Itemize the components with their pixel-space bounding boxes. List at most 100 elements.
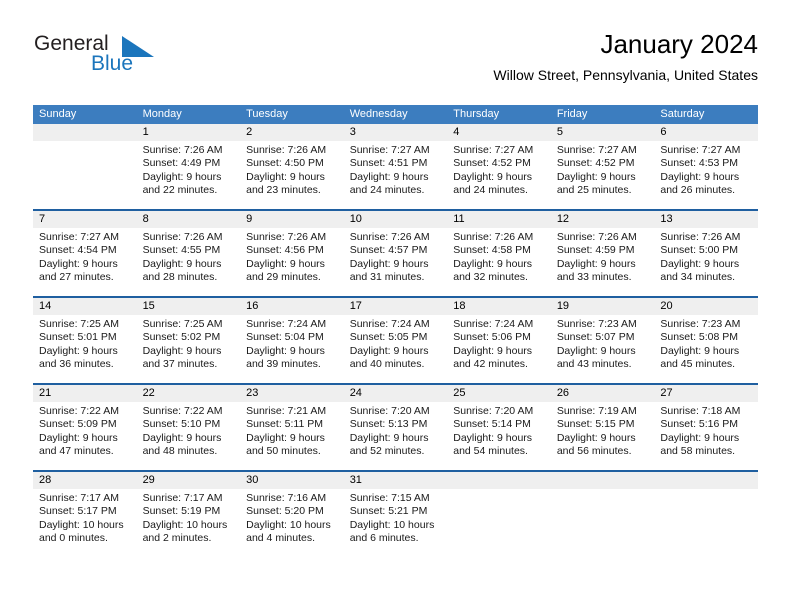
- daylight-text-line1: Daylight: 9 hours: [660, 170, 740, 183]
- day-cell-number[interactable]: 4: [447, 124, 551, 141]
- day-cell-number[interactable]: 29: [136, 472, 241, 489]
- day-cell-number[interactable]: 6: [654, 124, 758, 141]
- daylight-text-line2: and 40 minutes.: [349, 358, 425, 371]
- sunset-text: Sunset: 4:53 PM: [660, 157, 739, 170]
- day-cell-number[interactable]: [654, 472, 758, 489]
- day-cell-number[interactable]: 17: [343, 298, 448, 315]
- day-cell-info: [654, 489, 758, 557]
- day-cell-number[interactable]: 11: [447, 211, 551, 228]
- sunset-text: Sunset: 4:52 PM: [453, 157, 531, 170]
- day-cell-number[interactable]: 9: [240, 211, 344, 228]
- day-cell-number[interactable]: 18: [447, 298, 551, 315]
- daylight-text-line2: and 23 minutes.: [246, 184, 321, 197]
- day-cell-info: Sunrise: 7:20 AM Sunset: 5:13 PM Dayligh…: [343, 402, 448, 470]
- day-cell-number[interactable]: 16: [240, 298, 344, 315]
- sunrise-text: Sunrise: 7:27 AM: [556, 144, 637, 156]
- sunrise-text: Sunrise: 7:20 AM: [453, 405, 534, 417]
- day-cell-number[interactable]: 7: [33, 211, 137, 228]
- day-cell-number[interactable]: 3: [343, 124, 448, 141]
- daylight-text-line2: and 25 minutes.: [556, 184, 632, 197]
- daylight-text-line2: and 52 minutes.: [349, 445, 425, 458]
- day-cell-number[interactable]: 26: [550, 385, 655, 402]
- day-cell-info: Sunrise: 7:22 AM Sunset: 5:10 PM Dayligh…: [136, 402, 241, 470]
- day-cell-number[interactable]: 31: [343, 472, 448, 489]
- day-cell-number[interactable]: 28: [33, 472, 137, 489]
- daylight-text-line2: and 26 minutes.: [660, 184, 736, 197]
- sunrise-text: Sunrise: 7:24 AM: [246, 318, 327, 330]
- day-cell-number[interactable]: 30: [240, 472, 344, 489]
- day-cell-number[interactable]: [33, 124, 137, 141]
- day-cell-number[interactable]: 24: [343, 385, 448, 402]
- day-cell-number[interactable]: 5: [550, 124, 655, 141]
- daylight-text-line1: Daylight: 9 hours: [349, 344, 429, 357]
- sunset-text: Sunset: 4:57 PM: [349, 244, 428, 257]
- daylight-text-line2: and 45 minutes.: [660, 358, 736, 371]
- daylight-text-line1: Daylight: 10 hours: [349, 518, 435, 531]
- sunset-text: Sunset: 5:19 PM: [142, 505, 221, 518]
- daylight-text-line2: and 27 minutes.: [39, 271, 114, 284]
- day-cell-number[interactable]: 23: [240, 385, 344, 402]
- day-cell-info: [550, 489, 655, 557]
- title-block: January 2024 Willow Street, Pennsylvania…: [493, 28, 758, 84]
- day-cell-info: Sunrise: 7:22 AM Sunset: 5:09 PM Dayligh…: [33, 402, 137, 470]
- daylight-text-line2: and 36 minutes.: [39, 358, 114, 371]
- weekday-header-monday: Monday: [136, 105, 241, 124]
- day-cell-info: Sunrise: 7:26 AM Sunset: 4:56 PM Dayligh…: [240, 228, 344, 296]
- sunrise-text: Sunrise: 7:22 AM: [39, 405, 119, 417]
- day-cell-info: Sunrise: 7:27 AM Sunset: 4:54 PM Dayligh…: [33, 228, 137, 296]
- daylight-text-line1: Daylight: 9 hours: [556, 170, 636, 183]
- day-cell-number[interactable]: 21: [33, 385, 137, 402]
- day-cell-number[interactable]: 2: [240, 124, 344, 141]
- day-cell-number[interactable]: 1: [136, 124, 241, 141]
- sunrise-text: Sunrise: 7:26 AM: [142, 144, 223, 156]
- day-cell-number[interactable]: 10: [343, 211, 448, 228]
- weekday-header-sunday: Sunday: [33, 105, 137, 124]
- day-cell-number[interactable]: 19: [550, 298, 655, 315]
- daylight-text-line2: and 43 minutes.: [556, 358, 632, 371]
- day-cell-info: [33, 141, 137, 209]
- sunrise-text: Sunrise: 7:26 AM: [142, 231, 223, 243]
- day-cell-number[interactable]: 14: [33, 298, 137, 315]
- day-cell-number[interactable]: 13: [654, 211, 758, 228]
- daylight-text-line1: Daylight: 9 hours: [453, 431, 533, 444]
- day-cell-number[interactable]: 15: [136, 298, 241, 315]
- week-2-date-row: 7 8 9 10 11 12 13: [33, 211, 758, 228]
- week-5-date-row: 28 29 30 31: [33, 472, 758, 489]
- daylight-text-line2: and 54 minutes.: [453, 445, 528, 458]
- day-cell-number[interactable]: 27: [654, 385, 758, 402]
- day-cell-number[interactable]: 8: [136, 211, 241, 228]
- day-cell-info: Sunrise: 7:19 AM Sunset: 5:15 PM Dayligh…: [550, 402, 655, 470]
- day-cell-number[interactable]: 25: [447, 385, 551, 402]
- weekday-header-saturday: Saturday: [654, 105, 758, 124]
- day-cell-number[interactable]: [550, 472, 655, 489]
- sunrise-text: Sunrise: 7:26 AM: [660, 231, 741, 243]
- day-cell-number[interactable]: [447, 472, 551, 489]
- sunset-text: Sunset: 4:59 PM: [556, 244, 635, 257]
- sunset-text: Sunset: 5:10 PM: [142, 418, 221, 431]
- day-cell-number[interactable]: 12: [550, 211, 655, 228]
- daylight-text-line2: and 2 minutes.: [142, 532, 212, 545]
- sunrise-text: Sunrise: 7:24 AM: [349, 318, 430, 330]
- daylight-text-line1: Daylight: 9 hours: [142, 344, 222, 357]
- sunset-text: Sunset: 5:02 PM: [142, 331, 221, 344]
- daylight-text-line1: Daylight: 9 hours: [142, 431, 222, 444]
- day-cell-number[interactable]: 22: [136, 385, 241, 402]
- sunrise-text: Sunrise: 7:27 AM: [349, 144, 430, 156]
- day-cell-info: Sunrise: 7:27 AM Sunset: 4:52 PM Dayligh…: [550, 141, 655, 209]
- daylight-text-line2: and 58 minutes.: [660, 445, 736, 458]
- day-cell-info: Sunrise: 7:24 AM Sunset: 5:06 PM Dayligh…: [447, 315, 551, 383]
- page-title: January 2024: [600, 29, 758, 59]
- week-1-date-row: 1 2 3 4 5 6: [33, 124, 758, 141]
- daylight-text-line1: Daylight: 9 hours: [660, 431, 740, 444]
- sunset-text: Sunset: 4:50 PM: [246, 157, 324, 170]
- week-3-date-row: 14 15 16 17 18 19 20: [33, 298, 758, 315]
- daylight-text-line2: and 29 minutes.: [246, 271, 321, 284]
- sunset-text: Sunset: 5:07 PM: [556, 331, 635, 344]
- sunset-text: Sunset: 4:52 PM: [556, 157, 635, 170]
- sunrise-text: Sunrise: 7:17 AM: [142, 492, 223, 504]
- day-cell-number[interactable]: 20: [654, 298, 758, 315]
- sunrise-text: Sunrise: 7:26 AM: [453, 231, 534, 243]
- sunrise-text: Sunrise: 7:15 AM: [349, 492, 430, 504]
- daylight-text-line1: Daylight: 10 hours: [246, 518, 331, 531]
- sunrise-text: Sunrise: 7:25 AM: [142, 318, 223, 330]
